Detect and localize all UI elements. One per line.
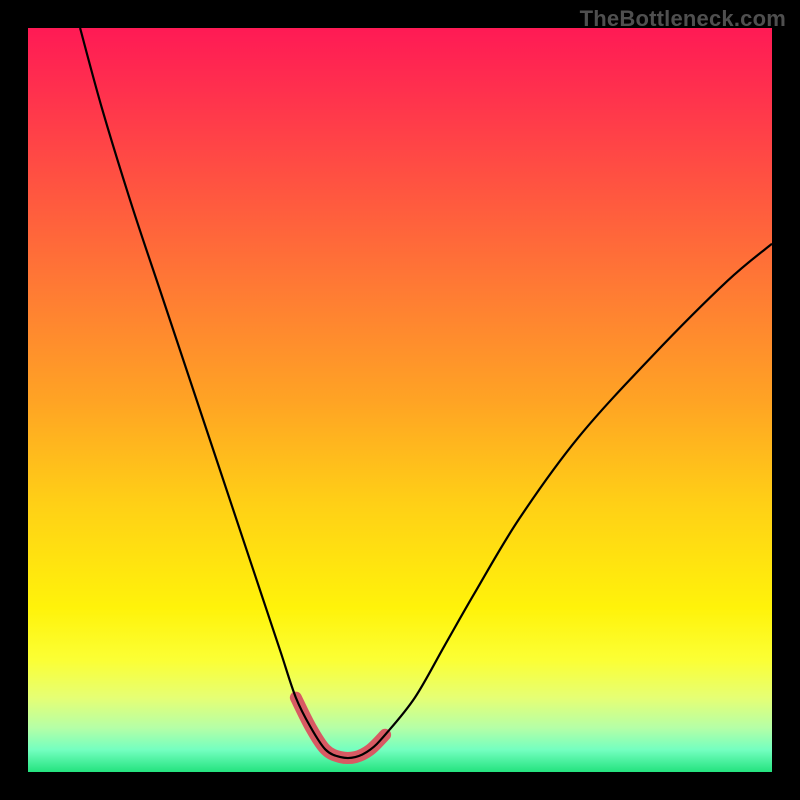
plot-area	[28, 28, 772, 772]
chart-frame: TheBottleneck.com	[0, 0, 800, 800]
curve-layer	[28, 28, 772, 772]
bottleneck-curve	[80, 28, 772, 758]
